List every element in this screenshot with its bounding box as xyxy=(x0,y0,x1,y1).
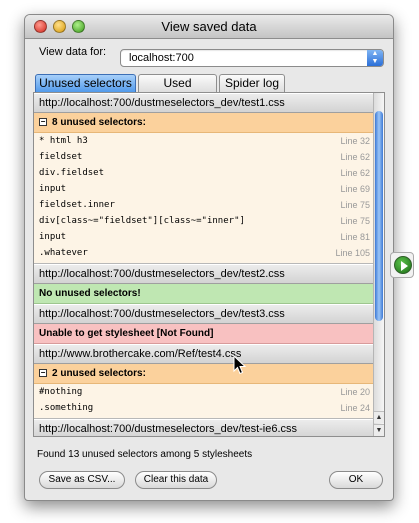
site-select[interactable]: localhost:700 ▲ ▼ xyxy=(120,49,384,67)
zoom-icon[interactable] xyxy=(72,20,85,33)
selector-row: div[class~="fieldset"][class~="inner"] Li… xyxy=(34,213,374,229)
line-number: Line 20 xyxy=(340,387,370,397)
file-row[interactable]: http://www.brothercake.com/Ref/test4.css xyxy=(34,344,374,364)
unused-header[interactable]: −8 unused selectors: xyxy=(34,113,374,133)
line-number: Line 62 xyxy=(340,152,370,162)
mouse-pointer-icon xyxy=(233,355,247,375)
selector-row: fieldset.inner Line 75 xyxy=(34,197,374,213)
line-number: Line 24 xyxy=(340,403,370,413)
tab-used-selectors[interactable]: Used selectors xyxy=(138,74,217,107)
view-data-for-label: View data for: xyxy=(39,46,107,58)
unused-count: 2 unused selectors: xyxy=(52,368,146,379)
selector-text: input xyxy=(39,232,67,242)
line-number: Line 32 xyxy=(340,136,370,146)
tab-unused-selectors[interactable]: Unused selectors xyxy=(35,74,136,93)
selector-row: fieldset Line 62 xyxy=(34,149,374,165)
minimize-icon[interactable] xyxy=(53,20,66,33)
selector-text: div.fieldset xyxy=(39,168,105,178)
selector-text: div[class~="fieldset"][class~="inner"] xyxy=(39,216,245,226)
selector-text: #nothing xyxy=(39,387,83,397)
scroll-up-icon[interactable]: ▲ xyxy=(374,411,384,423)
scroll-thumb[interactable] xyxy=(375,111,383,321)
file-row[interactable]: http://localhost:700/dustmeselectors_dev… xyxy=(34,93,374,113)
file-row[interactable]: http://localhost:700/dustmeselectors_dev… xyxy=(34,419,374,436)
unused-header[interactable]: −2 unused selectors: xyxy=(34,364,374,384)
selector-row: #nothing Line 20 xyxy=(34,384,374,400)
file-row[interactable]: http://localhost:700/dustmeselectors_dev… xyxy=(34,264,374,284)
no-unused-status: No unused selectors! xyxy=(34,284,374,304)
selector-row: .whatever Line 105 xyxy=(34,245,374,261)
select-arrows-icon: ▲ ▼ xyxy=(367,50,383,66)
selector-row: input Line 69 xyxy=(34,181,374,197)
error-status: Unable to get stylesheet [Not Found] xyxy=(34,324,374,344)
selector-text: fieldset.inner xyxy=(39,200,115,210)
selector-row: * html h3 Line 32 xyxy=(34,133,374,149)
line-number: Line 69 xyxy=(340,184,370,194)
scroll-down-icon[interactable]: ▼ xyxy=(374,424,384,436)
results-panel: http://localhost:700/dustmeselectors_dev… xyxy=(33,92,385,437)
selector-text: * html h3 xyxy=(39,136,88,146)
title-bar[interactable]: View saved data xyxy=(25,15,393,39)
selector-row: .something Line 24 xyxy=(34,400,374,416)
selector-text: .whatever xyxy=(39,248,88,258)
play-icon xyxy=(394,256,412,274)
file-row[interactable]: http://localhost:700/dustmeselectors_dev… xyxy=(34,304,374,324)
unused-count: 8 unused selectors: xyxy=(52,117,146,128)
tab-spider-log[interactable]: Spider log xyxy=(219,74,285,93)
minus-box-icon[interactable]: − xyxy=(39,369,47,378)
selector-text: .something xyxy=(39,403,94,413)
clear-data-button[interactable]: Clear this data xyxy=(135,471,217,489)
selector-row: input Line 81 xyxy=(34,229,374,245)
sidebar-toggle-button[interactable] xyxy=(390,252,414,278)
save-csv-button[interactable]: Save as CSV... xyxy=(39,471,125,489)
results-list: http://localhost:700/dustmeselectors_dev… xyxy=(34,93,374,436)
minus-box-icon[interactable]: − xyxy=(39,118,47,127)
ok-button[interactable]: OK xyxy=(329,471,383,489)
selector-row: div.fieldset Line 62 xyxy=(34,165,374,181)
saved-data-window: View saved data View data for: localhost… xyxy=(24,14,394,501)
close-icon[interactable] xyxy=(34,20,47,33)
summary-text: Found 13 unused selectors among 5 styles… xyxy=(37,449,253,460)
line-number: Line 81 xyxy=(340,232,370,242)
line-number: Line 105 xyxy=(335,248,370,258)
site-select-value: localhost:700 xyxy=(129,52,194,64)
vertical-scrollbar[interactable]: ▲ ▼ xyxy=(373,93,384,436)
line-number: Line 62 xyxy=(340,168,370,178)
selector-text: input xyxy=(39,184,67,194)
window-title: View saved data xyxy=(161,19,257,34)
selector-text: fieldset xyxy=(39,152,83,162)
line-number: Line 75 xyxy=(340,200,370,210)
line-number: Line 75 xyxy=(340,216,370,226)
